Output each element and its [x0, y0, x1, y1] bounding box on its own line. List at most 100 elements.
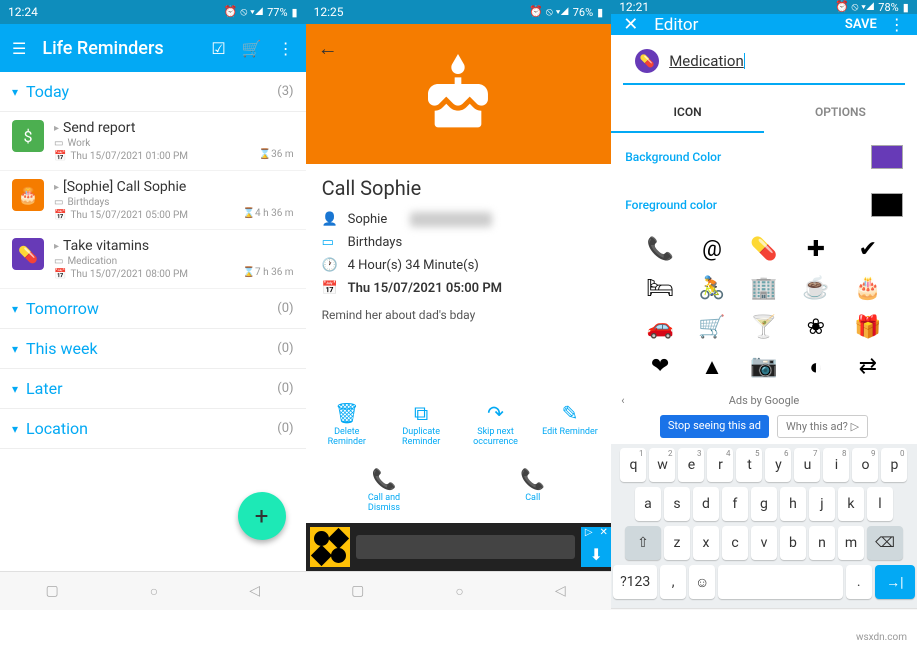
- key-r[interactable]: r4: [707, 448, 733, 482]
- icon-choice[interactable]: 🚗: [641, 315, 679, 340]
- nav-back-icon[interactable]: ◁: [555, 583, 566, 599]
- key-x[interactable]: x: [693, 526, 719, 560]
- key-v[interactable]: v: [751, 526, 777, 560]
- duplicate-reminder-button[interactable]: ⧉Duplicate Reminder: [391, 401, 451, 447]
- back-arrow-icon[interactable]: ←: [318, 36, 338, 61]
- icon-choice[interactable]: ◐: [797, 354, 835, 380]
- ad-banner[interactable]: ▷✕ ⬇: [306, 523, 612, 571]
- icon-choice[interactable]: @: [693, 237, 731, 262]
- reminder-item[interactable]: 🎂 [Sophie] Call Sophie ▭Birthdays 📅Thu 1…: [0, 171, 306, 230]
- section-location[interactable]: ▾ Location (0): [0, 409, 306, 449]
- icon-choice[interactable]: ▲: [693, 354, 731, 380]
- tab-options[interactable]: OPTIONS: [764, 93, 917, 133]
- why-ad-button[interactable]: Why this ad? ▷: [777, 415, 868, 438]
- key-m[interactable]: m: [838, 526, 864, 560]
- icon-choice[interactable]: ❀: [797, 315, 835, 340]
- checklist-icon[interactable]: ☑: [211, 39, 225, 58]
- reminder-item[interactable]: $ Send report ▭Work 📅Thu 15/07/2021 01:0…: [0, 112, 306, 171]
- key-comma[interactable]: ,: [660, 565, 686, 599]
- key-g[interactable]: g: [751, 487, 777, 521]
- section-today[interactable]: ▾ Today (3): [0, 72, 306, 112]
- icon-choice[interactable]: 🎁: [849, 315, 887, 340]
- key-h[interactable]: h: [780, 487, 806, 521]
- key-z[interactable]: z: [664, 526, 690, 560]
- key-numswitch[interactable]: ?123: [613, 565, 657, 599]
- ad-download-icon[interactable]: ⬇: [581, 541, 611, 567]
- stop-ad-button[interactable]: Stop seeing this ad: [660, 415, 769, 438]
- key-e[interactable]: e3: [678, 448, 704, 482]
- key-⇧[interactable]: ⇧: [625, 526, 661, 560]
- call-dismiss-button[interactable]: 📞Call and Dismiss: [354, 467, 414, 513]
- key-⌫[interactable]: ⌫: [867, 526, 903, 560]
- chevron-left-icon[interactable]: ‹: [621, 394, 624, 407]
- cart-icon[interactable]: 🛒: [242, 39, 262, 58]
- icon-choice[interactable]: 🛏: [641, 276, 679, 301]
- icon-choice[interactable]: 📷: [745, 354, 783, 380]
- skip-occurrence-button[interactable]: ↷Skip next occurrence: [466, 401, 526, 447]
- icon-choice[interactable]: 💊: [745, 237, 783, 262]
- nav-recent-icon[interactable]: ▢: [657, 610, 670, 611]
- key-a[interactable]: a: [635, 487, 661, 521]
- key-o[interactable]: o9: [852, 448, 878, 482]
- nav-back-icon[interactable]: ▽: [860, 610, 871, 611]
- nav-recent-icon[interactable]: ▢: [351, 583, 364, 599]
- section-later[interactable]: ▾ Later (0): [0, 369, 306, 409]
- nav-home-icon[interactable]: ○: [455, 583, 463, 600]
- icon-choice[interactable]: 📞: [641, 237, 679, 262]
- key-c[interactable]: c: [722, 526, 748, 560]
- key-t[interactable]: t5: [736, 448, 762, 482]
- icon-choice[interactable]: ⇄: [849, 354, 887, 380]
- key-l[interactable]: l: [867, 487, 893, 521]
- nav-home-icon[interactable]: ○: [761, 609, 769, 610]
- nav-home-icon[interactable]: ○: [150, 583, 158, 600]
- icon-choice[interactable]: 🍸: [745, 315, 783, 340]
- key-s[interactable]: s: [664, 487, 690, 521]
- close-icon[interactable]: ✕: [623, 14, 638, 35]
- section-tomorrow[interactable]: ▾ Tomorrow (0): [0, 289, 306, 329]
- nav-recent-icon[interactable]: ▢: [46, 583, 59, 599]
- foreground-color-row[interactable]: Foreground color: [611, 181, 917, 229]
- section-this-week[interactable]: ▾ This week (0): [0, 329, 306, 369]
- icon-choice[interactable]: ❤: [641, 354, 679, 380]
- key-p[interactable]: p0: [881, 448, 907, 482]
- key-k[interactable]: k: [838, 487, 864, 521]
- save-button[interactable]: SAVE: [845, 17, 877, 32]
- icon-choice[interactable]: ✔: [849, 237, 887, 262]
- edit-reminder-button[interactable]: ✎Edit Reminder: [540, 401, 600, 447]
- icon-choice[interactable]: 🚴: [693, 276, 731, 301]
- key-n[interactable]: n: [809, 526, 835, 560]
- delete-reminder-button[interactable]: 🗑Delete Reminder: [317, 401, 377, 447]
- key-i[interactable]: i8: [823, 448, 849, 482]
- key-period[interactable]: .: [846, 565, 872, 599]
- call-button[interactable]: 📞Call: [503, 467, 563, 513]
- editor-title: Editor: [654, 15, 845, 35]
- key-d[interactable]: d: [693, 487, 719, 521]
- key-space[interactable]: [718, 565, 843, 599]
- overflow-icon[interactable]: ⋮: [278, 39, 294, 58]
- icon-choice[interactable]: ☕: [797, 276, 835, 301]
- reminder-item[interactable]: 💊 Take vitamins ▭Medication 📅Thu 15/07/2…: [0, 230, 306, 289]
- key-w[interactable]: w2: [649, 448, 675, 482]
- key-emoji[interactable]: ☺: [689, 565, 715, 599]
- nav-back-icon[interactable]: ◁: [249, 583, 260, 599]
- tab-icon[interactable]: ICON: [611, 93, 764, 133]
- key-f[interactable]: f: [722, 487, 748, 521]
- key-u[interactable]: u7: [794, 448, 820, 482]
- icon-choice[interactable]: 🎂: [849, 276, 887, 301]
- fab-add-button[interactable]: +: [238, 492, 286, 540]
- hamburger-icon[interactable]: ☰: [12, 39, 26, 58]
- icon-choice[interactable]: 🏢: [745, 276, 783, 301]
- name-input[interactable]: 💊 Medication: [623, 39, 905, 85]
- icon-choice[interactable]: 🛒: [693, 315, 731, 340]
- background-color-row[interactable]: Background Color: [611, 133, 917, 181]
- key-q[interactable]: q1: [620, 448, 646, 482]
- key-y[interactable]: y6: [765, 448, 791, 482]
- ad-badge[interactable]: ▷✕: [581, 527, 611, 541]
- key-enter[interactable]: →|: [875, 565, 915, 599]
- key-j[interactable]: j: [809, 487, 835, 521]
- overflow-icon[interactable]: ⋮: [889, 15, 905, 34]
- bg-color-swatch[interactable]: [871, 145, 903, 169]
- icon-choice[interactable]: ✚: [797, 237, 835, 262]
- key-b[interactable]: b: [780, 526, 806, 560]
- fg-color-swatch[interactable]: [871, 193, 903, 217]
